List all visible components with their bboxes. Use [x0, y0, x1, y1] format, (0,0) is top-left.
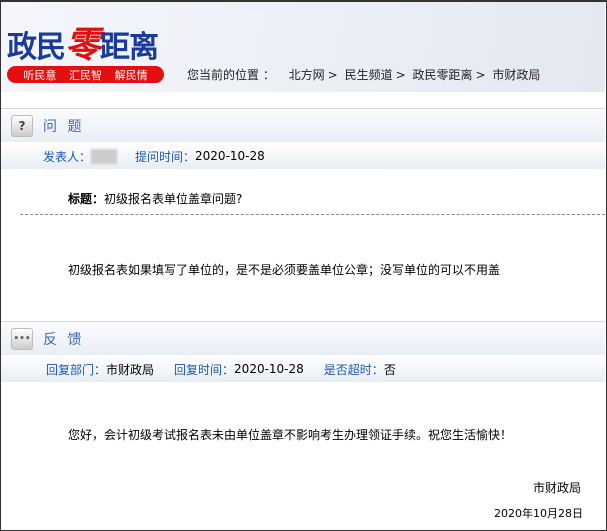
- breadcrumb: 您当前的位置 ： 北方网 > 民生频道 > 政民零距离 > 市财政局: [187, 66, 543, 83]
- breadcrumb-sep: >: [327, 68, 338, 82]
- divider: [20, 214, 605, 215]
- question-meta: 发表人： 提问时间： 2020-10-28: [1, 143, 605, 169]
- question-time: 2020-10-28: [195, 149, 265, 163]
- logo-text: 政民: [7, 30, 66, 65]
- time-label: 提问时间：: [135, 149, 196, 164]
- title-label: 标题：: [68, 192, 105, 206]
- question-content: 初级报名表如果填写了单位的，是不是必须要盖单位公章；没写单位的可以不用盖: [68, 263, 501, 277]
- poster-label: 发表人：: [43, 149, 92, 164]
- dept-value: 市财政局: [106, 362, 155, 377]
- reply-date: 2020年10月28日: [494, 507, 583, 520]
- slogan: 听民意: [23, 68, 57, 82]
- slogan: 解民情: [114, 68, 148, 82]
- overdue-label: 是否超时：: [323, 362, 384, 377]
- title-text: 初级报名表单位盖章问题?: [104, 192, 243, 206]
- feedback-header: ••• 反 馈: [1, 321, 605, 355]
- breadcrumb-sep: >: [395, 68, 406, 82]
- section-title: 问 题: [43, 118, 85, 135]
- header: 政民零距离 听民意 汇民智 解民情 您当前的位置 ： 北方网 > 民生频道 > 政民…: [1, 2, 605, 92]
- feedback-content: 您好，会计初级考试报名表未由单位盖章不影响考生办理领证手续。祝您生活愉快！: [68, 428, 513, 442]
- dept-label: 回复部门：: [46, 362, 107, 377]
- logo[interactable]: 政民零距离: [7, 16, 159, 68]
- question-title: 标题：初级报名表单位盖章问题?: [68, 190, 242, 207]
- signature: 市财政局: [532, 481, 581, 495]
- breadcrumb-link[interactable]: 北方网: [289, 68, 325, 82]
- logo-text: 距离: [100, 30, 159, 65]
- breadcrumb-link[interactable]: 政民零距离: [412, 68, 472, 82]
- slogan-bar: 听民意 汇民智 解民情: [7, 66, 164, 83]
- breadcrumb-link[interactable]: 市财政局: [492, 68, 540, 82]
- time-label: 回复时间：: [174, 362, 235, 377]
- slogan: 汇民智: [68, 68, 102, 82]
- breadcrumb-link[interactable]: 民生频道: [345, 68, 393, 82]
- question-icon: ?: [11, 114, 33, 137]
- reply-time: 2020-10-28: [234, 362, 304, 376]
- poster-name-blurred: [91, 148, 118, 164]
- chat-bubble-icon: •••: [11, 327, 33, 350]
- section-title: 反 馈: [43, 331, 85, 348]
- breadcrumb-label: 您当前的位置 ：: [187, 68, 275, 82]
- breadcrumb-sep: >: [475, 68, 486, 82]
- question-header: ? 问 题: [1, 108, 605, 142]
- feedback-meta: 回复部门： 市财政局 回复时间： 2020-10-28 是否超时： 否: [1, 356, 605, 382]
- logo-text: 零: [65, 24, 101, 66]
- overdue-value: 否: [383, 362, 396, 377]
